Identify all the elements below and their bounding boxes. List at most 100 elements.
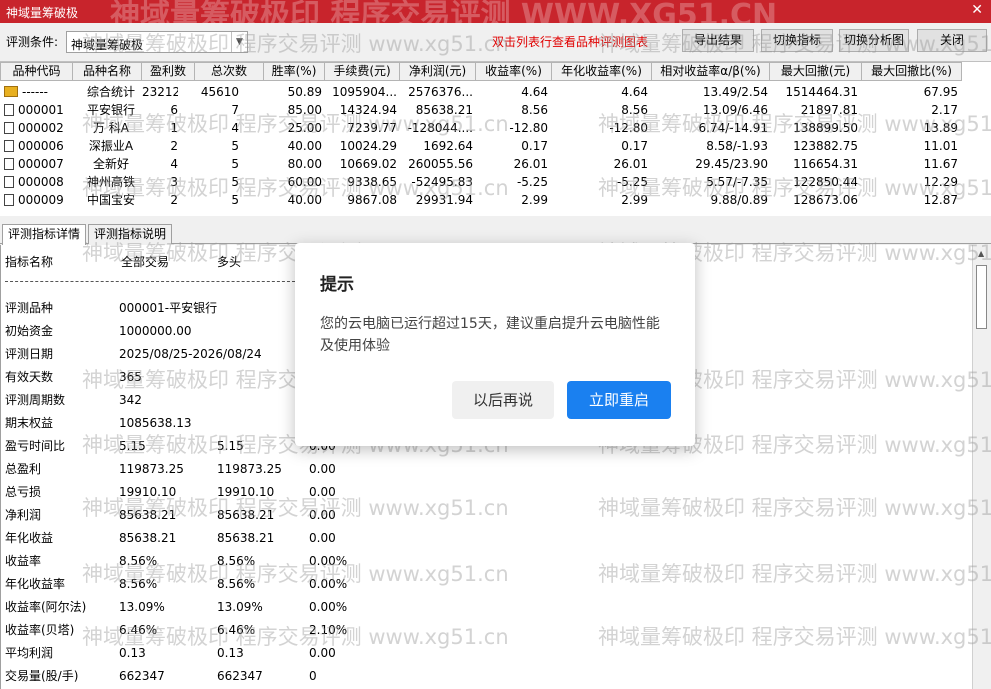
chevron-down-icon[interactable]: ▼ — [231, 32, 247, 52]
detail-value: 13.09% — [217, 600, 263, 614]
cell-text: 3 — [170, 175, 178, 189]
condition-combo[interactable]: 神域量筹破极 ▼ — [66, 31, 248, 53]
detail-label: 收益率 — [5, 554, 42, 568]
col-header-return[interactable]: 收益率(%) — [476, 62, 552, 81]
detail-value: 6.46% — [217, 623, 256, 637]
cell-text: 5 — [231, 157, 239, 171]
table-cell: 50.89 — [264, 83, 322, 101]
cell-text: 全新好 — [92, 157, 129, 171]
cell-text: 13.89 — [923, 121, 958, 135]
table-cell: 13.49/2.54 — [652, 83, 768, 101]
cell-text: 平安银行 — [86, 103, 135, 117]
table-cell: 11.67 — [862, 155, 958, 173]
detail-value: 85638.21 — [119, 531, 177, 545]
table-row[interactable]: 000008 神州高铁 3 5 60.00 9338.65 -52495.83 -5.25 -5… — [0, 173, 991, 191]
cell-text: 9867.08 — [347, 193, 397, 207]
detail-value: 19910.10 — [119, 485, 177, 499]
document-icon — [4, 194, 14, 206]
col-header-annual-return[interactable]: 年化收益率(%) — [552, 62, 652, 81]
table-row[interactable]: 000001 平安银行 6 7 85.00 14324.94 85638.21 8.56 8.5… — [0, 101, 991, 119]
detail-row: 交易量(股/手) 662347 662347 0 — [1, 666, 401, 686]
table-cell: 260055.56 — [400, 155, 473, 173]
col-header-max-drawdown[interactable]: 最大回撤(元) — [770, 62, 862, 81]
table-row[interactable]: 000006 深振业A 2 5 40.00 10024.29 1692.64 0.17 0.17… — [0, 137, 991, 155]
close-icon[interactable]: ✕ — [971, 2, 983, 18]
table-cell: 138899.50 — [770, 119, 858, 137]
detail-value: 0.00% — [309, 600, 348, 614]
detail-value: 0.00 — [309, 508, 336, 522]
table-cell: 4 — [142, 155, 178, 173]
cell-text: 123882.75 — [793, 139, 858, 153]
cell-text: 7 — [231, 103, 239, 117]
close-button[interactable]: 关闭 — [917, 29, 987, 52]
col-header-winrate[interactable]: 胜率(%) — [264, 62, 325, 81]
detail-value: 0.00 — [309, 462, 336, 476]
detail-value: 0.00% — [309, 577, 348, 591]
table-cell: 1514464.31 — [770, 83, 858, 101]
cell-text: 29.45/23.90 — [695, 157, 768, 171]
cell-text: 6.74/-14.91 — [698, 121, 768, 135]
tab-detail[interactable]: 评测指标详情 — [2, 224, 87, 245]
scroll-thumb[interactable] — [976, 265, 987, 329]
divider — [5, 281, 295, 282]
cell-text: 85638.21 — [415, 103, 473, 117]
col-header-relative-return[interactable]: 相对收益率α/β(%) — [652, 62, 770, 81]
table-cell: 12.29 — [862, 173, 958, 191]
detail-label: 交易量(股/手) — [5, 669, 79, 683]
cell-text: 10669.02 — [339, 157, 397, 171]
tab-explanation[interactable]: 评测指标说明 — [88, 224, 173, 244]
switch-chart-button[interactable]: 切换分析图 — [839, 29, 909, 52]
table-cell: ------ — [4, 83, 72, 101]
detail-label: 年化收益 — [5, 531, 54, 545]
table-row[interactable]: 000007 全新好 4 5 80.00 10669.02 260055.56 26.01 26… — [0, 155, 991, 173]
detail-row: 净利润 85638.21 85638.21 0.00 — [1, 505, 401, 525]
cell-text: 000002 — [18, 121, 64, 135]
detail-value: 85638.21 — [217, 508, 275, 522]
cell-text: 9338.65 — [347, 175, 397, 189]
table-row[interactable]: 000002 万 科A 1 4 25.00 7239.77 -128044.... -12.8… — [0, 119, 991, 137]
export-button[interactable]: 导出结果 — [682, 29, 754, 52]
detail-label: 有效天数 — [5, 370, 54, 384]
table-row[interactable]: 000009 中国宝安 2 5 40.00 9867.08 29931.94 2.99 2.99… — [0, 191, 991, 209]
detail-value: 0.00 — [309, 531, 336, 545]
cell-text: 60.00 — [287, 175, 322, 189]
col-header-fee[interactable]: 手续费(元) — [325, 62, 400, 81]
scroll-up-icon[interactable]: ▲ — [978, 249, 984, 258]
col-header-total[interactable]: 总次数 — [195, 62, 264, 81]
table-cell: 40.00 — [264, 137, 322, 155]
col-header-max-drawdown-ratio[interactable]: 最大回撤比(%) — [862, 62, 962, 81]
switch-indicator-button[interactable]: 切换指标 — [761, 29, 833, 52]
detail-label: 评测品种 — [5, 301, 54, 315]
cell-text: 1 — [170, 121, 178, 135]
table-cell: -52495.83 — [400, 173, 473, 191]
col-header-netprofit[interactable]: 净利润(元) — [400, 62, 476, 81]
detail-value: 662347 — [217, 669, 263, 683]
cell-text: 9.88/0.89 — [710, 193, 768, 207]
cell-text: 1095904... — [332, 85, 397, 99]
detail-label: 初始资金 — [5, 324, 54, 338]
toolbar: 评测条件: 神域量筹破极 ▼ 双击列表行查看品种评测图表 导出结果 切换指标 切… — [0, 23, 991, 58]
cell-text: 12.29 — [923, 175, 958, 189]
restart-button[interactable]: 立即重启 — [567, 381, 671, 419]
cell-text: -52495.83 — [411, 175, 473, 189]
table-cell: -12.80 — [552, 119, 648, 137]
table-cell: 122850.44 — [770, 173, 858, 191]
condition-combo-value: 神域量筹破极 — [71, 38, 144, 52]
detail-value: 0.13 — [217, 646, 244, 660]
later-button[interactable]: 以后再说 — [452, 381, 554, 419]
table-cell: 000009 — [4, 191, 72, 209]
detail-scrollbar[interactable]: ▲ — [972, 245, 991, 689]
col-header-code[interactable]: 品种代码 — [0, 62, 73, 81]
table-cell: 85638.21 — [400, 101, 473, 119]
cell-text: 85.00 — [287, 103, 322, 117]
table-row[interactable]: ------ 综合统计 23212 45610 50.89 1095904... 25763… — [0, 83, 991, 101]
detail-label: 总盈利 — [5, 462, 42, 476]
cell-text: 11.67 — [923, 157, 958, 171]
cell-text: 45610 — [200, 85, 239, 99]
table-cell: 9.88/0.89 — [652, 191, 768, 209]
table-cell: 12.87 — [862, 191, 958, 209]
col-header-name[interactable]: 品种名称 — [73, 62, 142, 81]
col-header-wins[interactable]: 盈利数 — [142, 62, 195, 81]
cell-text: 2 — [170, 193, 178, 207]
cell-text: 000009 — [18, 193, 64, 207]
